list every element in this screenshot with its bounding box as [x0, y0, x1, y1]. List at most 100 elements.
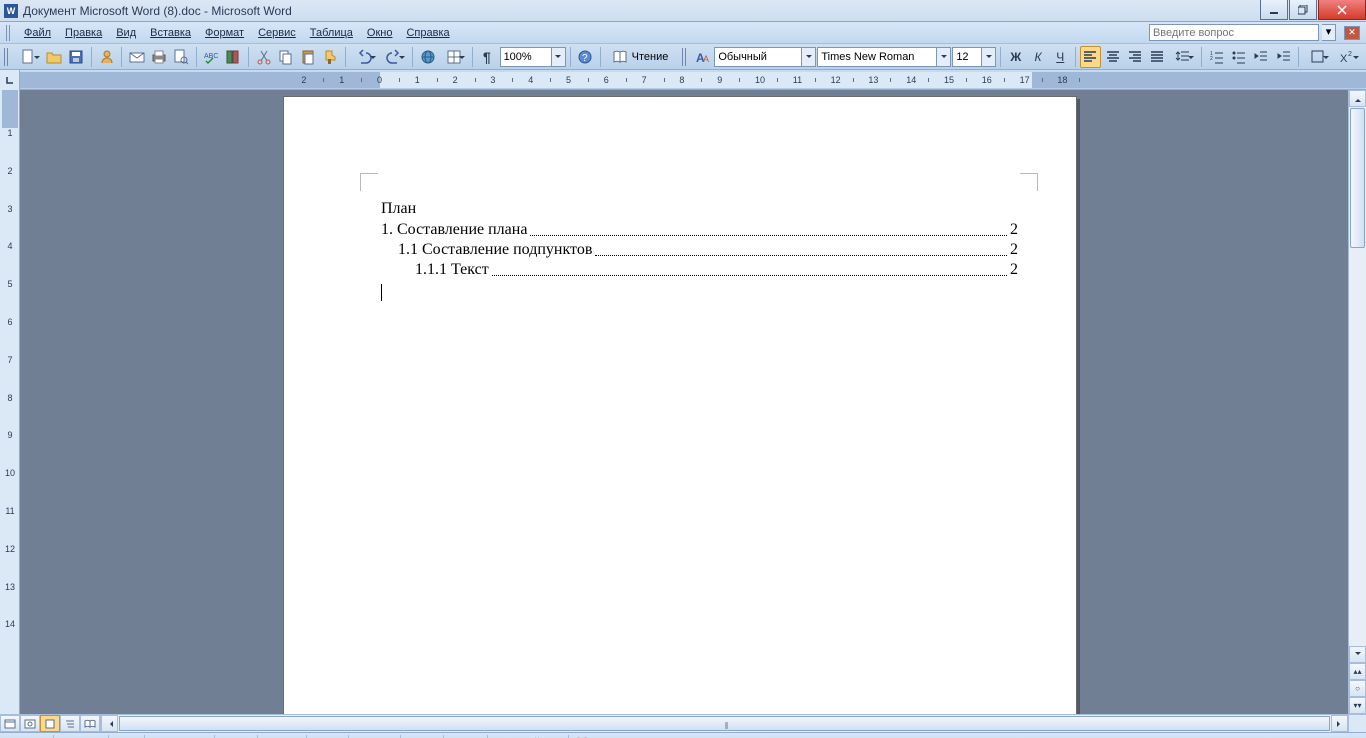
redo-button[interactable]	[380, 46, 409, 68]
font-size-combo[interactable]	[952, 47, 996, 67]
format-painter-button[interactable]	[320, 46, 341, 68]
status-column[interactable]: Кол 1	[262, 735, 307, 738]
chevron-down-icon[interactable]	[551, 48, 565, 66]
heading-plan: План	[381, 200, 1018, 218]
minimize-button[interactable]	[1260, 0, 1288, 20]
font-size-input[interactable]	[953, 48, 981, 66]
text-cursor-icon	[381, 284, 382, 301]
permission-button[interactable]	[96, 46, 117, 68]
hyperlink-button[interactable]	[417, 46, 438, 68]
line-spacing-button[interactable]	[1169, 46, 1198, 68]
previous-page-button[interactable]: ▴▴	[1349, 663, 1366, 680]
restore-button[interactable]	[1289, 0, 1317, 20]
tab-selector[interactable]	[0, 70, 20, 90]
document-viewport[interactable]: План 1. Составление плана 2 1.1 Составле…	[20, 90, 1348, 714]
print-layout-view-button[interactable]	[40, 715, 60, 732]
print-preview-button[interactable]	[170, 46, 191, 68]
menu-format[interactable]: Формат	[199, 25, 250, 41]
status-language[interactable]: русский (Ро	[492, 735, 568, 738]
ruler-tick: 4	[2, 241, 18, 251]
help-button[interactable]: ?	[575, 46, 596, 68]
close-button[interactable]	[1318, 0, 1366, 20]
status-record[interactable]: ЗАП	[311, 735, 350, 738]
font-input[interactable]	[818, 48, 936, 66]
scroll-down-button[interactable]	[1349, 646, 1366, 663]
new-document-button[interactable]	[14, 46, 43, 68]
align-center-button[interactable]	[1102, 46, 1123, 68]
numbered-list-button[interactable]: 12	[1206, 46, 1227, 68]
vertical-scrollbar[interactable]: ▴▴ ○ ▾▾	[1348, 90, 1366, 714]
menu-window[interactable]: Окно	[361, 25, 399, 41]
menu-help[interactable]: Справка	[400, 25, 455, 41]
align-justify-button[interactable]	[1146, 46, 1167, 68]
reading-view-button[interactable]	[80, 715, 100, 732]
align-right-button[interactable]	[1124, 46, 1145, 68]
reading-layout-button[interactable]: Чтение	[605, 46, 676, 68]
borders-button[interactable]	[1303, 46, 1332, 68]
help-search-input[interactable]	[1149, 24, 1319, 41]
research-button[interactable]	[223, 46, 244, 68]
menu-file[interactable]: Файл	[18, 25, 57, 41]
open-button[interactable]	[44, 46, 65, 68]
paste-button[interactable]	[297, 46, 318, 68]
scroll-thumb[interactable]: ⦀	[119, 716, 1330, 731]
zoom-input[interactable]	[501, 48, 551, 66]
scroll-up-button[interactable]	[1349, 90, 1366, 107]
styles-pane-button[interactable]: AA	[692, 46, 713, 68]
horizontal-ruler[interactable]: 210123456789101112131415161718	[20, 70, 1366, 89]
toolbar-grip-icon[interactable]	[6, 25, 12, 41]
status-page[interactable]: Стр. 1	[6, 735, 54, 738]
document-close-button[interactable]: ✕	[1344, 26, 1360, 40]
toolbar-grip-icon[interactable]	[4, 48, 10, 66]
scroll-left-button[interactable]	[101, 715, 118, 732]
outline-view-button[interactable]	[60, 715, 80, 732]
status-page-count[interactable]: 1/2	[113, 735, 145, 738]
italic-button[interactable]: К	[1027, 46, 1048, 68]
status-section[interactable]: Разд 1	[58, 735, 108, 738]
bold-button[interactable]: Ж	[1005, 46, 1026, 68]
menu-insert[interactable]: Вставка	[144, 25, 197, 41]
undo-button[interactable]	[350, 46, 379, 68]
next-page-button[interactable]: ▾▾	[1349, 697, 1366, 714]
status-line[interactable]: Ст 7	[219, 735, 258, 738]
normal-view-button[interactable]	[0, 715, 20, 732]
zoom-combo[interactable]	[500, 47, 566, 67]
horizontal-scrollbar[interactable]: ⦀	[101, 715, 1348, 732]
cut-button[interactable]	[253, 46, 274, 68]
scroll-right-button[interactable]	[1331, 715, 1348, 732]
menu-tools[interactable]: Сервис	[252, 25, 302, 41]
chevron-down-icon[interactable]	[801, 48, 815, 66]
copy-button[interactable]	[275, 46, 296, 68]
status-track-changes[interactable]: ИСПР	[353, 735, 401, 738]
chevron-down-icon[interactable]	[936, 48, 950, 66]
tables-borders-button[interactable]	[440, 46, 469, 68]
print-button[interactable]	[148, 46, 169, 68]
toolbar-grip-icon[interactable]	[682, 48, 688, 66]
status-position-at[interactable]: На 4,4 см	[149, 735, 215, 738]
email-button[interactable]	[126, 46, 147, 68]
web-view-button[interactable]	[20, 715, 40, 732]
underline-button[interactable]: Ч	[1050, 46, 1071, 68]
style-combo[interactable]	[714, 47, 816, 67]
show-formatting-button[interactable]: ¶	[477, 46, 498, 68]
superscript-button[interactable]: X2	[1333, 46, 1362, 68]
scroll-thumb[interactable]	[1350, 108, 1365, 248]
font-combo[interactable]	[817, 47, 951, 67]
menu-edit[interactable]: Правка	[59, 25, 108, 41]
status-overtype[interactable]: ЗАМ	[448, 735, 488, 738]
help-search-dropdown[interactable]: ▾	[1322, 24, 1336, 41]
browse-object-button[interactable]: ○	[1349, 680, 1366, 697]
menu-view[interactable]: Вид	[110, 25, 142, 41]
document-content[interactable]: План 1. Составление плана 2 1.1 Составле…	[381, 200, 1018, 301]
bullet-list-button[interactable]	[1229, 46, 1250, 68]
decrease-indent-button[interactable]	[1251, 46, 1272, 68]
align-left-button[interactable]	[1080, 46, 1101, 68]
chevron-down-icon[interactable]	[981, 48, 995, 66]
increase-indent-button[interactable]	[1273, 46, 1294, 68]
spellcheck-button[interactable]: ABC	[201, 46, 222, 68]
menu-table[interactable]: Таблица	[304, 25, 359, 41]
style-input[interactable]	[715, 48, 801, 66]
save-button[interactable]	[66, 46, 87, 68]
status-extend[interactable]: ВДЛ	[405, 735, 444, 738]
vertical-ruler[interactable]: 1234567891011121314	[0, 90, 20, 714]
